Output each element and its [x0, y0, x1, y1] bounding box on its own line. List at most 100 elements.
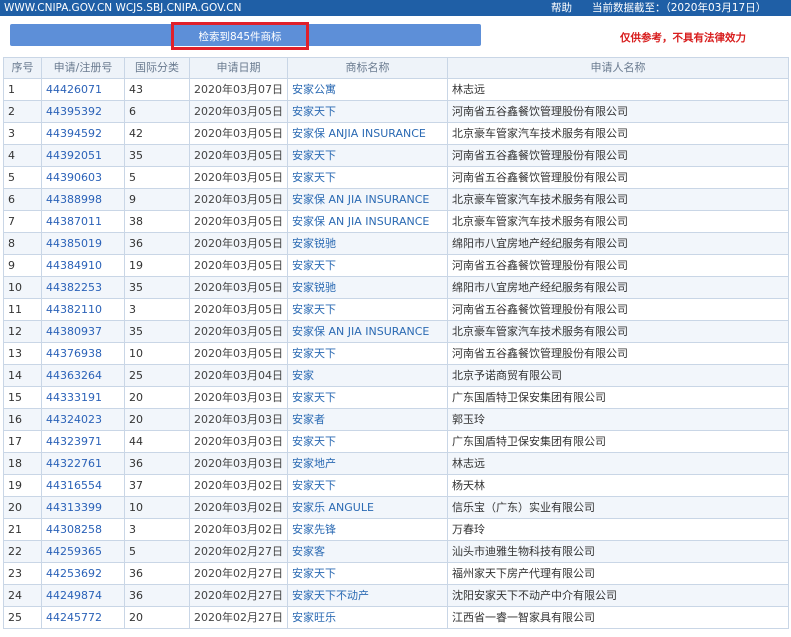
registration-number-link[interactable]: 44324023	[41, 408, 125, 431]
registration-number-link[interactable]: 44363264	[41, 364, 125, 387]
registration-number-link[interactable]: 44249874	[41, 584, 125, 607]
table-row[interactable]: 4 44392051 35 2020年03月05日 安家天下 河南省五谷鑫餐饮管理股份有限…	[3, 144, 789, 167]
international-class: 37	[124, 474, 190, 497]
international-class: 5	[124, 166, 190, 189]
column-header-applicant[interactable]: 申请人名称	[447, 57, 789, 79]
registration-number-link[interactable]: 44385019	[41, 232, 125, 255]
column-header-mark-name[interactable]: 商标名称	[287, 57, 448, 79]
trademark-name-link[interactable]: 安家天下	[287, 298, 448, 321]
trademark-name-link[interactable]: 安家公寓	[287, 78, 448, 101]
trademark-name-link[interactable]: 安家天下不动产	[287, 584, 448, 607]
registration-number-link[interactable]: 44308258	[41, 518, 125, 541]
table-row[interactable]: 12 44380937 35 2020年03月05日 安家保 AN JIA INSURA…	[3, 320, 789, 343]
table-row[interactable]: 11 44382110 3 2020年03月05日 安家天下 河南省五谷鑫餐饮管理股份有限…	[3, 298, 789, 321]
trademark-name-link[interactable]: 安家天下	[287, 144, 448, 167]
table-row[interactable]: 10 44382253 35 2020年03月05日 安家锐驰 绵阳市八宜房地产经纪服务有…	[3, 276, 789, 299]
application-date: 2020年03月05日	[189, 188, 288, 211]
trademark-name-link[interactable]: 安家天下	[287, 562, 448, 585]
trademark-name-link[interactable]: 安家锐驰	[287, 232, 448, 255]
registration-number-link[interactable]: 44323971	[41, 430, 125, 453]
column-header-no[interactable]: 序号	[3, 57, 42, 79]
table-row[interactable]: 19 44316554 37 2020年03月02日 安家天下 杨天林	[3, 474, 789, 497]
applicant-name: 北京豪车管家汽车技术服务有限公司	[447, 320, 789, 343]
trademark-name-link[interactable]: 安家保 AN JIA INSURANCE	[287, 210, 448, 233]
registration-number-link[interactable]: 44316554	[41, 474, 125, 497]
row-number: 4	[3, 144, 42, 167]
table-row[interactable]: 17 44323971 44 2020年03月03日 安家天下 广东国盾特卫保安集团有限公…	[3, 430, 789, 453]
registration-number-link[interactable]: 44394592	[41, 122, 125, 145]
table-row[interactable]: 1 44426071 43 2020年03月07日 安家公寓 林志远	[3, 78, 789, 101]
row-number: 25	[3, 606, 42, 629]
registration-number-link[interactable]: 44259365	[41, 540, 125, 563]
registration-number-link[interactable]: 44426071	[41, 78, 125, 101]
table-row[interactable]: 18 44322761 36 2020年03月03日 安家地产 林志远	[3, 452, 789, 475]
trademark-name-link[interactable]: 安家	[287, 364, 448, 387]
registration-number-link[interactable]: 44387011	[41, 210, 125, 233]
registration-number-link[interactable]: 44384910	[41, 254, 125, 277]
trademark-name-link[interactable]: 安家锐驰	[287, 276, 448, 299]
applicant-name: 北京予诺商贸有限公司	[447, 364, 789, 387]
application-date: 2020年03月05日	[189, 100, 288, 123]
trademark-name-link[interactable]: 安家先锋	[287, 518, 448, 541]
table-row[interactable]: 25 44245772 20 2020年02月27日 安家旺乐 江西省一睿一智家具有限公司	[3, 606, 789, 629]
trademark-name-link[interactable]: 安家天下	[287, 430, 448, 453]
registration-number-link[interactable]: 44382253	[41, 276, 125, 299]
registration-number-link[interactable]: 44380937	[41, 320, 125, 343]
registration-number-link[interactable]: 44313399	[41, 496, 125, 519]
trademark-name-link[interactable]: 安家客	[287, 540, 448, 563]
table-row[interactable]: 7 44387011 38 2020年03月05日 安家保 AN JIA INSURAN…	[3, 210, 789, 233]
trademark-name-link[interactable]: 安家旺乐	[287, 606, 448, 629]
application-date: 2020年02月27日	[189, 540, 288, 563]
registration-number-link[interactable]: 44388998	[41, 188, 125, 211]
table-row[interactable]: 13 44376938 10 2020年03月05日 安家天下 河南省五谷鑫餐饮管理股份有…	[3, 342, 789, 365]
international-class: 43	[124, 78, 190, 101]
trademark-name-link[interactable]: 安家保 AN JIA INSURANCE	[287, 188, 448, 211]
table-row[interactable]: 21 44308258 3 2020年03月02日 安家先锋 万春玲	[3, 518, 789, 541]
trademark-name-link[interactable]: 安家天下	[287, 100, 448, 123]
table-row[interactable]: 24 44249874 36 2020年02月27日 安家天下不动产 沈阳安家天下不动产中…	[3, 584, 789, 607]
table-row[interactable]: 14 44363264 25 2020年03月04日 安家 北京予诺商贸有限公司	[3, 364, 789, 387]
table-row[interactable]: 3 44394592 42 2020年03月05日 安家保 ANJIA INSURANC…	[3, 122, 789, 145]
trademark-name-link[interactable]: 安家天下	[287, 474, 448, 497]
table-row[interactable]: 20 44313399 10 2020年03月02日 安家乐 ANGULE 信乐宝（广东）…	[3, 496, 789, 519]
registration-number-link[interactable]: 44395392	[41, 100, 125, 123]
registration-number-link[interactable]: 44382110	[41, 298, 125, 321]
international-class: 10	[124, 342, 190, 365]
table-row[interactable]: 23 44253692 36 2020年02月27日 安家天下 福州家天下房产代理有限公司	[3, 562, 789, 585]
row-number: 15	[3, 386, 42, 409]
column-header-class[interactable]: 国际分类	[124, 57, 190, 79]
table-row[interactable]: 6 44388998 9 2020年03月05日 安家保 AN JIA INSURANC…	[3, 188, 789, 211]
applicant-name: 河南省五谷鑫餐饮管理股份有限公司	[447, 144, 789, 167]
registration-number-link[interactable]: 44333191	[41, 386, 125, 409]
registration-number-link[interactable]: 44253692	[41, 562, 125, 585]
applicant-name: 河南省五谷鑫餐饮管理股份有限公司	[447, 100, 789, 123]
registration-number-link[interactable]: 44376938	[41, 342, 125, 365]
table-row[interactable]: 22 44259365 5 2020年02月27日 安家客 汕头市迪雅生物科技有限公司	[3, 540, 789, 563]
help-link[interactable]: 帮助	[551, 0, 572, 16]
trademark-name-link[interactable]: 安家者	[287, 408, 448, 431]
table-row[interactable]: 16 44324023 20 2020年03月03日 安家者 郭玉玲	[3, 408, 789, 431]
trademark-name-link[interactable]: 安家地产	[287, 452, 448, 475]
trademark-name-link[interactable]: 安家天下	[287, 166, 448, 189]
trademark-name-link[interactable]: 安家天下	[287, 386, 448, 409]
international-class: 3	[124, 518, 190, 541]
row-number: 17	[3, 430, 42, 453]
trademark-name-link[interactable]: 安家天下	[287, 342, 448, 365]
column-header-date[interactable]: 申请日期	[189, 57, 288, 79]
application-date: 2020年03月05日	[189, 276, 288, 299]
table-row[interactable]: 9 44384910 19 2020年03月05日 安家天下 河南省五谷鑫餐饮管理股份有限…	[3, 254, 789, 277]
table-row[interactable]: 8 44385019 36 2020年03月05日 安家锐驰 绵阳市八宜房地产经纪服务有限…	[3, 232, 789, 255]
trademark-name-link[interactable]: 安家乐 ANGULE	[287, 496, 448, 519]
row-number: 10	[3, 276, 42, 299]
table-row[interactable]: 5 44390603 5 2020年03月05日 安家天下 河南省五谷鑫餐饮管理股份有限公…	[3, 166, 789, 189]
registration-number-link[interactable]: 44322761	[41, 452, 125, 475]
column-header-reg-number[interactable]: 申请/注册号	[41, 57, 125, 79]
registration-number-link[interactable]: 44392051	[41, 144, 125, 167]
trademark-name-link[interactable]: 安家保 ANJIA INSURANCE	[287, 122, 448, 145]
trademark-name-link[interactable]: 安家保 AN JIA INSURANCE	[287, 320, 448, 343]
table-row[interactable]: 2 44395392 6 2020年03月05日 安家天下 河南省五谷鑫餐饮管理股份有限公…	[3, 100, 789, 123]
registration-number-link[interactable]: 44390603	[41, 166, 125, 189]
trademark-name-link[interactable]: 安家天下	[287, 254, 448, 277]
table-row[interactable]: 15 44333191 20 2020年03月03日 安家天下 广东国盾特卫保安集团有限公…	[3, 386, 789, 409]
registration-number-link[interactable]: 44245772	[41, 606, 125, 629]
